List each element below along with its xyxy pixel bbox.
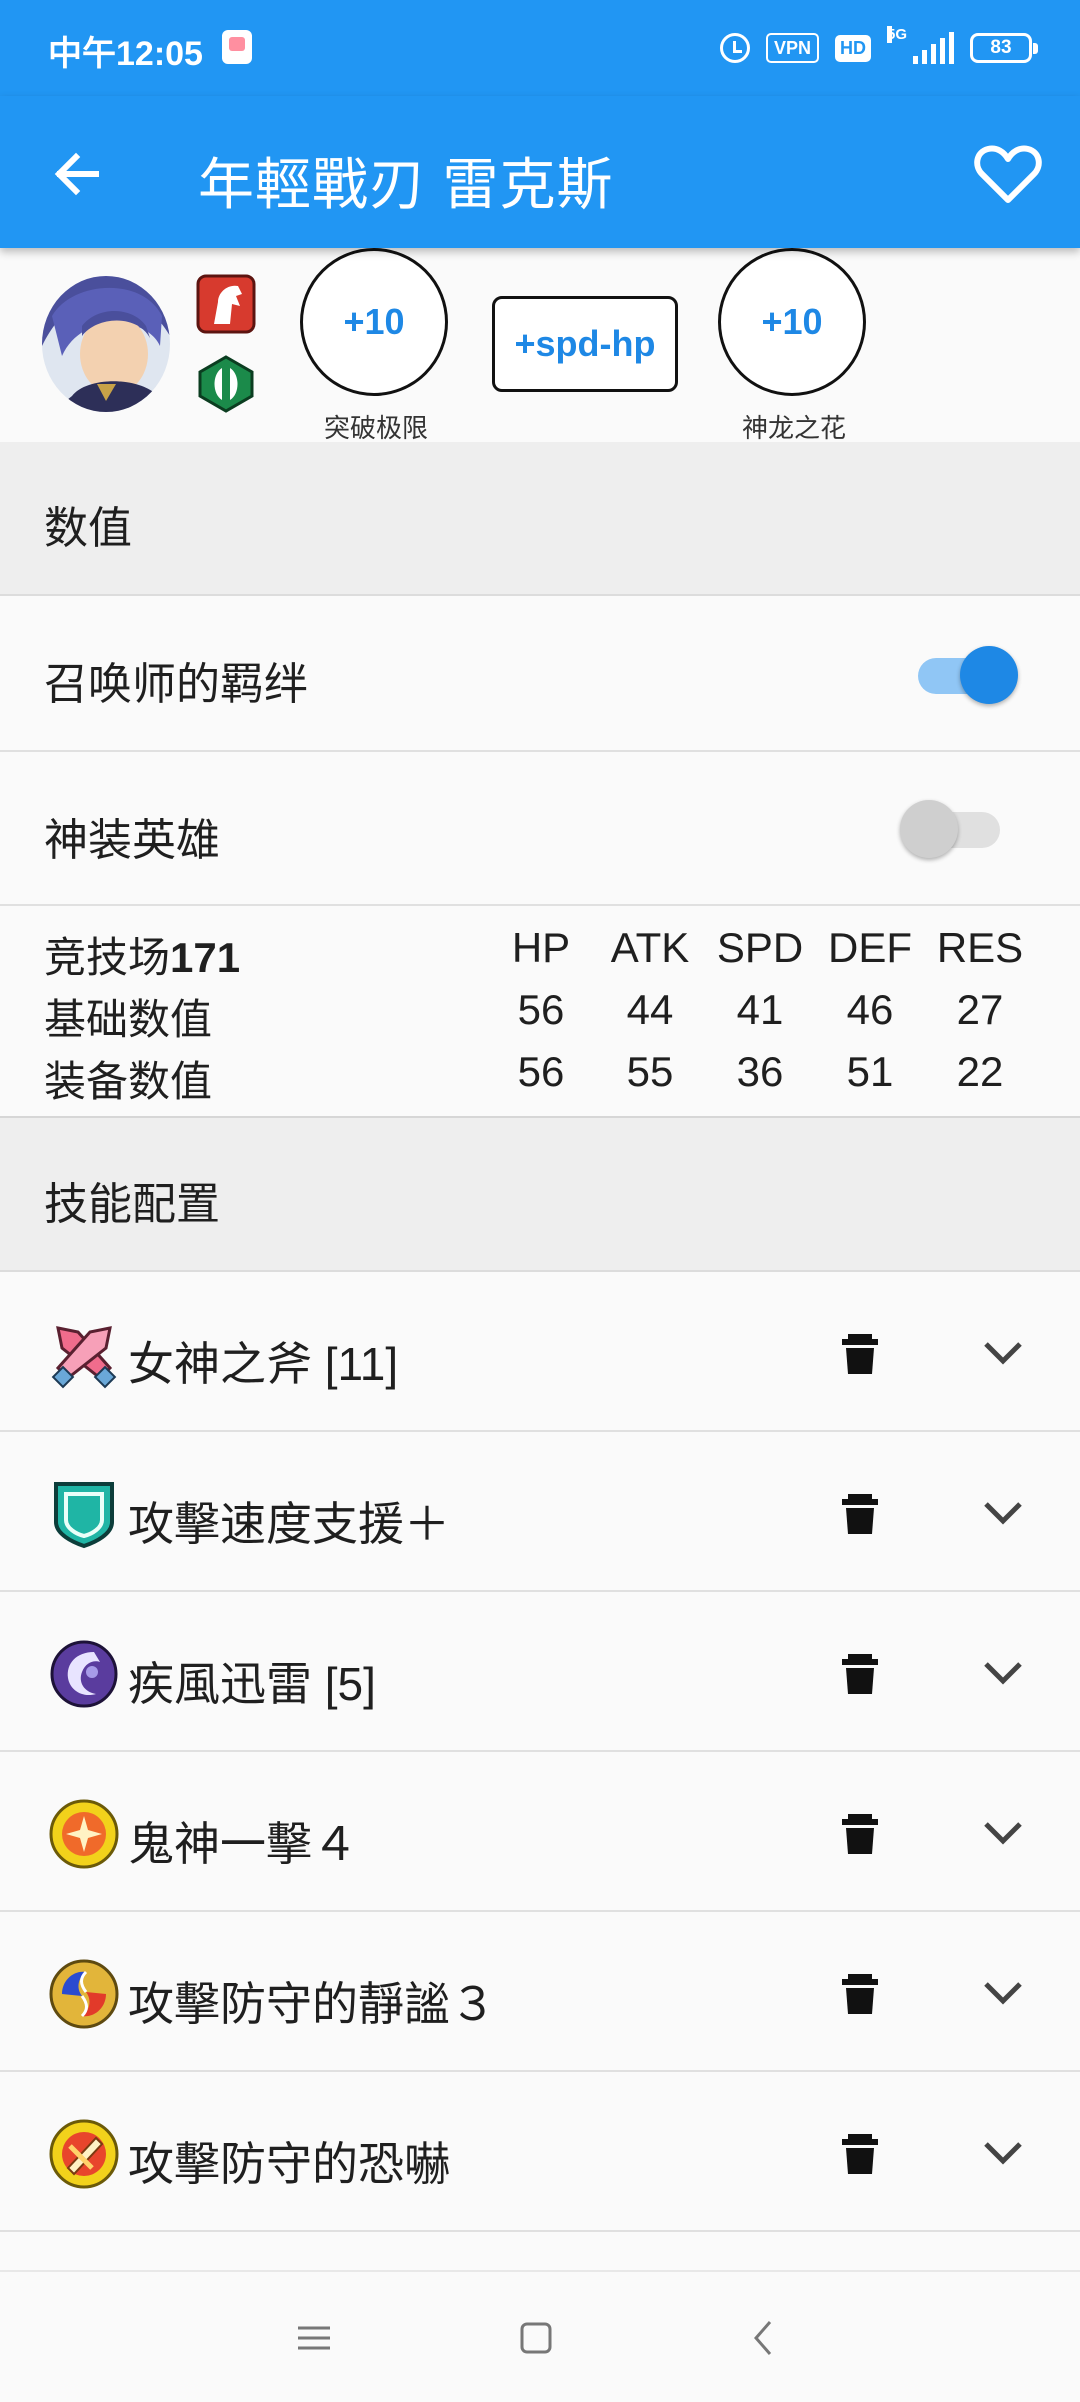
vpn-badge: VPN <box>765 33 819 63</box>
network-type-label: 5G <box>887 26 908 43</box>
home-icon[interactable] <box>510 2312 562 2364</box>
skill-row-passive-a[interactable]: 鬼神一擊４ <box>0 1752 1080 1912</box>
assist-skill-icon <box>54 1482 114 1549</box>
equipped-atk: 55 <box>626 1048 674 1095</box>
notification-app-icon <box>222 30 252 64</box>
skill-name-special: 疾風迅雷 [5] <box>128 1658 376 1710</box>
base-stats-label: 基础数值 <box>44 996 213 1043</box>
alarm-icon <box>719 33 750 63</box>
skills-section-title: 技能配置 <box>44 1180 220 1229</box>
page-title: 年輕戰刃 雷克斯 <box>198 153 614 216</box>
expand-skill-passive-b-icon[interactable] <box>978 1972 1028 2012</box>
dragonflowers-button[interactable]: +10 <box>718 248 866 396</box>
stat-header-spd: SPD <box>716 924 804 971</box>
delete-skill-weapon-icon[interactable] <box>840 1330 880 1376</box>
skill-name-passive-c: 攻擊防守的恐嚇 <box>128 2138 450 2190</box>
merges-caption: 突破极限 <box>323 413 428 443</box>
summoner-support-label: 召唤师的羁绊 <box>44 660 308 709</box>
cavalry-move-icon <box>196 274 256 334</box>
stats-section-title: 数值 <box>44 504 132 553</box>
stat-header-hp: HP <box>511 924 571 971</box>
base-atk: 44 <box>626 986 674 1033</box>
status-time: 中午12:05 <box>48 35 203 73</box>
skill-row-weapon[interactable]: 女神之斧 [11] <box>0 1272 1080 1432</box>
skill-row-passive-c[interactable]: 攻擊防守的恐嚇 <box>0 2072 1080 2232</box>
passive-c-skill-icon <box>49 2119 119 2189</box>
dragonflowers-caption: 神龙之花 <box>741 413 846 443</box>
status-bar: 中午12:05 VPN HD 5G 83 <box>0 0 1080 96</box>
system-navigation-bar <box>0 2270 1080 2402</box>
expand-skill-assist-icon[interactable] <box>978 1492 1028 1532</box>
expand-skill-passive-c-icon[interactable] <box>978 2132 1028 2172</box>
status-icons: VPN HD 5G 83 <box>719 26 1038 68</box>
passive-a-skill-icon <box>49 1799 119 1869</box>
arena-score-label: 竞技场171 <box>44 934 241 981</box>
battery-icon: 83 <box>970 33 1038 63</box>
skill-name-passive-b: 攻擊防守的靜謐３ <box>128 1978 496 2030</box>
equipped-hp: 56 <box>517 1048 565 1095</box>
menu-icon[interactable] <box>288 2312 340 2364</box>
skill-row-passive-b[interactable]: 攻擊防守的靜謐３ <box>0 1912 1080 2072</box>
signal-icon: 5G <box>887 26 954 64</box>
stat-header-atk: ATK <box>610 924 690 971</box>
summoner-support-row[interactable]: 召唤师的羁绊 <box>0 596 1080 752</box>
expand-skill-weapon-icon[interactable] <box>978 1332 1028 1372</box>
summoner-support-toggle[interactable] <box>908 644 1018 704</box>
base-def: 46 <box>846 986 894 1033</box>
skill-name-assist: 攻擊速度支援＋ <box>128 1498 450 1550</box>
delete-skill-passive-a-icon[interactable] <box>840 1810 880 1856</box>
base-res: 27 <box>956 986 1004 1033</box>
stat-header-def: DEF <box>828 924 912 971</box>
iv-button[interactable]: +spd-hp <box>492 296 678 392</box>
green-axe-weapon-icon <box>198 355 254 413</box>
resplendent-row[interactable]: 神装英雄 <box>0 752 1080 906</box>
special-skill-icon <box>50 1640 118 1708</box>
delete-skill-passive-b-icon[interactable] <box>840 1970 880 2016</box>
equipped-stats-label: 装备数值 <box>44 1058 213 1105</box>
skill-name-weapon: 女神之斧 [11] <box>128 1338 399 1390</box>
hero-portrait[interactable] <box>42 276 170 412</box>
delete-skill-assist-icon[interactable] <box>840 1490 880 1536</box>
equipped-res: 22 <box>956 1048 1004 1095</box>
expand-skill-special-icon[interactable] <box>978 1652 1028 1692</box>
skill-row-assist[interactable]: 攻擊速度支援＋ <box>0 1432 1080 1592</box>
arena-score-value: 171 <box>170 934 241 981</box>
base-hp: 56 <box>517 986 565 1033</box>
stats-section-header: 数值 <box>0 442 1080 596</box>
stat-header-res: RES <box>936 924 1024 971</box>
back-arrow-icon[interactable] <box>46 142 110 206</box>
app-bar: 年輕戰刃 雷克斯 <box>0 96 1080 248</box>
passive-b-skill-icon <box>49 1959 119 2029</box>
equipped-def: 51 <box>846 1048 894 1095</box>
delete-skill-special-icon[interactable] <box>840 1650 880 1696</box>
hero-header: +10 突破极限 +spd-hp +10 神龙之花 <box>0 248 1080 444</box>
base-spd: 41 <box>736 986 784 1033</box>
skill-row-special[interactable]: 疾風迅雷 [5] <box>0 1592 1080 1752</box>
merges-button[interactable]: +10 <box>300 248 448 396</box>
resplendent-label: 神装英雄 <box>44 816 220 865</box>
expand-skill-passive-a-icon[interactable] <box>978 1812 1028 1852</box>
resplendent-toggle[interactable] <box>900 798 1000 858</box>
skill-name-passive-a: 鬼神一擊４ <box>128 1818 358 1870</box>
stats-table: 竞技场171 基础数值 装备数值 HP ATK SPD DEF RES 56 4… <box>0 906 1080 1118</box>
equipped-spd: 36 <box>736 1048 784 1095</box>
skills-section-header: 技能配置 <box>0 1118 1080 1272</box>
favorite-heart-icon[interactable] <box>972 138 1044 210</box>
weapon-skill-icon <box>51 1326 117 1389</box>
hd-badge: HD <box>835 34 871 62</box>
back-nav-icon[interactable] <box>738 2312 790 2364</box>
delete-skill-passive-c-icon[interactable] <box>840 2130 880 2176</box>
